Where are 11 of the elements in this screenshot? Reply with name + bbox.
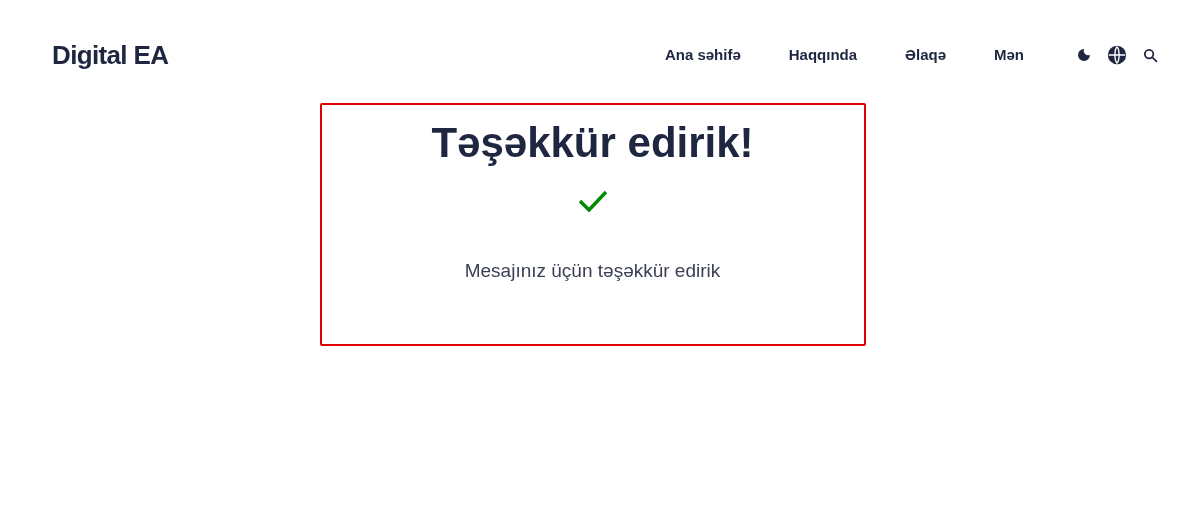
nav-link[interactable]: Mən xyxy=(994,43,1024,67)
heading: Təşəkkür edirik! xyxy=(431,118,754,168)
nav-link[interactable]: Haqqında xyxy=(788,43,858,67)
nav-link[interactable]: Əlaqə xyxy=(905,43,946,67)
checkmark-icon xyxy=(577,189,608,212)
globe-icon[interactable] xyxy=(1106,44,1128,66)
nav-link[interactable]: Ana səhifə xyxy=(664,43,741,67)
site-logo[interactable]: Digital EA xyxy=(52,35,169,75)
search-icon[interactable] xyxy=(1142,46,1159,64)
moon-icon[interactable] xyxy=(1076,47,1092,63)
thank-you-message: Mesajınız üçün təşəkkür edirik xyxy=(464,258,721,283)
